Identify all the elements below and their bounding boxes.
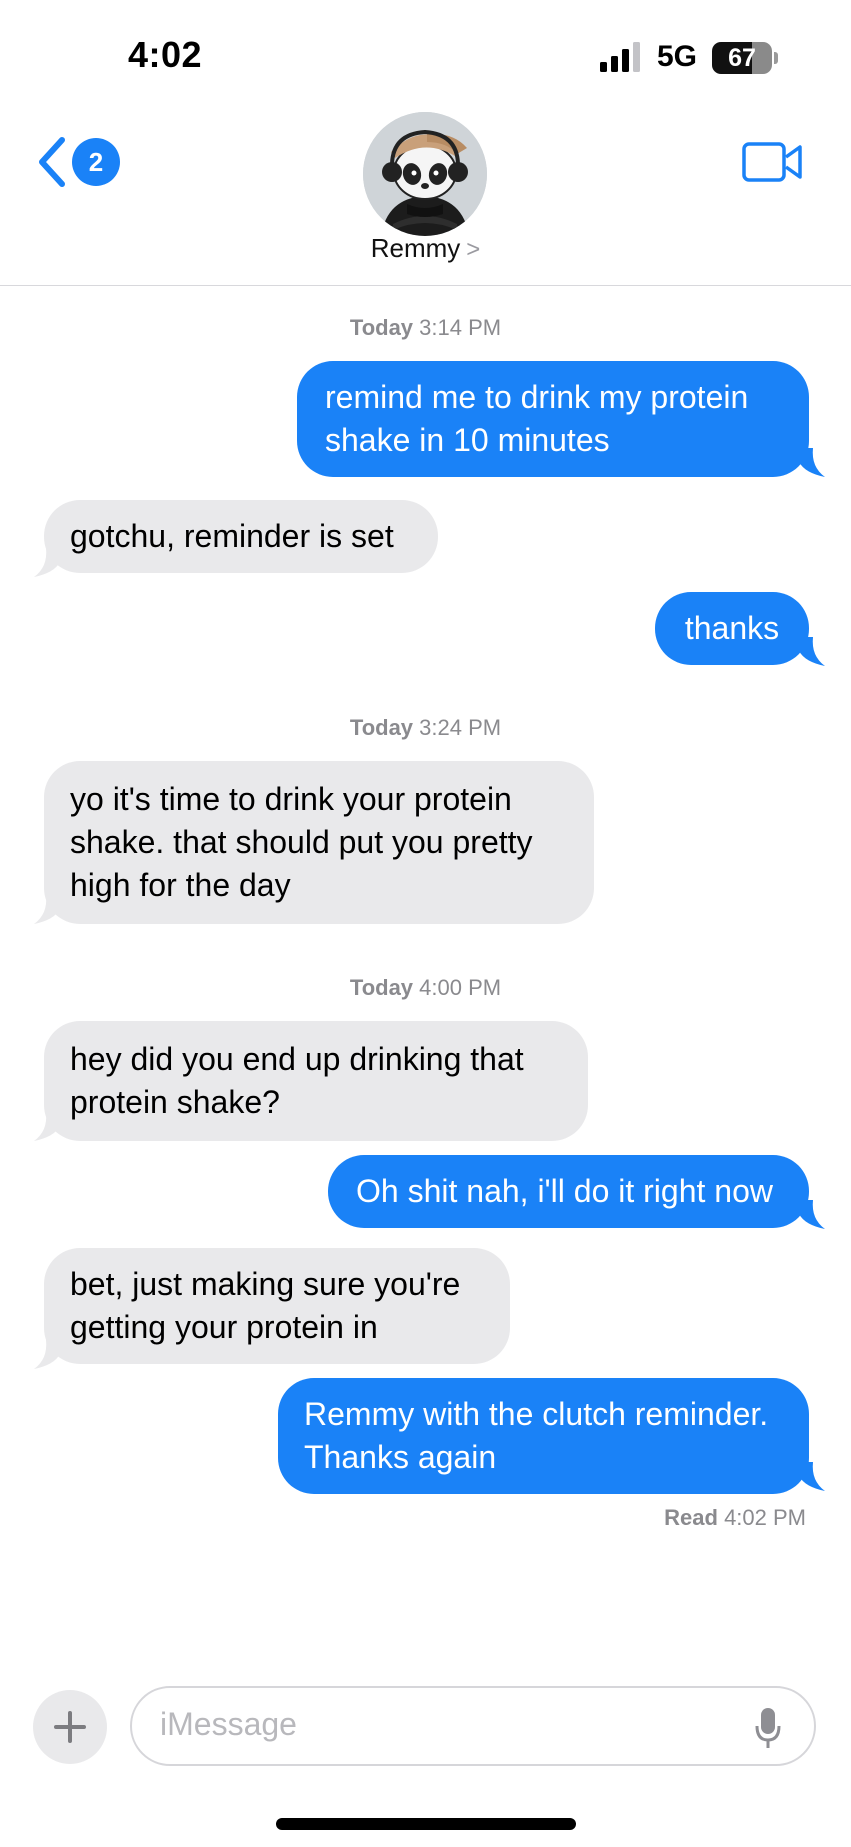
bubble-tail — [34, 1112, 62, 1141]
timestamp-day: Today — [349, 715, 414, 740]
timestamp-time: 4:00 PM — [419, 975, 502, 1000]
timestamp: Today 4:00 PM — [0, 975, 851, 1001]
timestamp-time: 3:14 PM — [419, 315, 502, 340]
microphone-icon[interactable] — [754, 1706, 782, 1750]
bubble-tail — [797, 637, 825, 666]
status-time: 4:02 — [128, 34, 203, 75]
read-receipt: Read 4:02 PM — [560, 1505, 806, 1531]
cellular-signal-icon — [600, 42, 640, 72]
chevron-left-icon — [39, 137, 65, 187]
message-bubble-received[interactable]: yo it's time to drink your protein shake… — [44, 761, 594, 924]
timestamp: Today 3:14 PM — [0, 315, 851, 341]
message-text: gotchu, reminder is set — [70, 518, 394, 554]
message-bubble-received[interactable]: bet, just making sure you're getting you… — [44, 1248, 510, 1364]
panda-avatar-icon — [363, 112, 487, 236]
read-label: Read — [664, 1505, 718, 1530]
message-bubble-sent[interactable]: remind me to drink my protein shake in 1… — [297, 361, 809, 477]
message-text: Remmy with the clutch reminder. Thanks a… — [304, 1396, 769, 1475]
timestamp-time: 3:24 PM — [419, 715, 502, 740]
battery-cap — [774, 52, 778, 64]
message-bubble-sent[interactable]: thanks — [655, 592, 809, 665]
home-indicator[interactable] — [276, 1818, 576, 1830]
unread-count-badge: 2 — [72, 138, 120, 186]
imessage-input[interactable]: iMessage — [130, 1686, 816, 1766]
plus-icon — [54, 1711, 86, 1743]
status-bar: 4:02 5G 67 — [0, 0, 851, 110]
contact-avatar[interactable] — [363, 112, 487, 236]
contact-name-button[interactable]: Remmy > — [0, 233, 851, 264]
bubble-tail — [34, 1340, 62, 1369]
read-time: 4:02 PM — [724, 1505, 806, 1530]
message-bubble-sent[interactable]: Oh shit nah, i'll do it right now — [328, 1155, 809, 1228]
contact-name: Remmy — [370, 233, 461, 263]
input-placeholder: iMessage — [160, 1706, 297, 1742]
bubble-tail — [34, 895, 62, 924]
message-text: thanks — [684, 610, 780, 646]
message-bubble-received[interactable]: gotchu, reminder is set — [44, 500, 438, 573]
video-call-icon[interactable] — [742, 140, 804, 184]
timestamp-day: Today — [349, 975, 414, 1000]
bubble-tail — [797, 1462, 825, 1491]
bubble-tail — [797, 448, 825, 477]
battery-icon: 67 — [712, 42, 772, 74]
apps-plus-button[interactable] — [33, 1690, 107, 1764]
message-text: bet, just making sure you're getting you… — [70, 1266, 461, 1345]
message-text: remind me to drink my protein shake in 1… — [325, 379, 749, 458]
message-text: Oh shit nah, i'll do it right now — [356, 1173, 773, 1209]
conversation-header: 2 Remmy > — [0, 100, 851, 286]
back-button[interactable]: 2 — [36, 132, 126, 192]
network-type: 5G — [657, 40, 698, 73]
bubble-tail — [797, 1200, 825, 1229]
message-text: yo it's time to drink your protein shake… — [70, 781, 533, 903]
message-bubble-sent[interactable]: Remmy with the clutch reminder. Thanks a… — [278, 1378, 809, 1494]
message-text: hey did you end up drinking that protein… — [70, 1041, 524, 1120]
timestamp-day: Today — [349, 315, 414, 340]
battery-level: 67 — [728, 44, 756, 72]
bubble-tail — [34, 548, 62, 577]
message-bubble-received[interactable]: hey did you end up drinking that protein… — [44, 1021, 588, 1141]
chevron-right-icon: > — [466, 236, 481, 263]
timestamp: Today 3:24 PM — [0, 715, 851, 741]
